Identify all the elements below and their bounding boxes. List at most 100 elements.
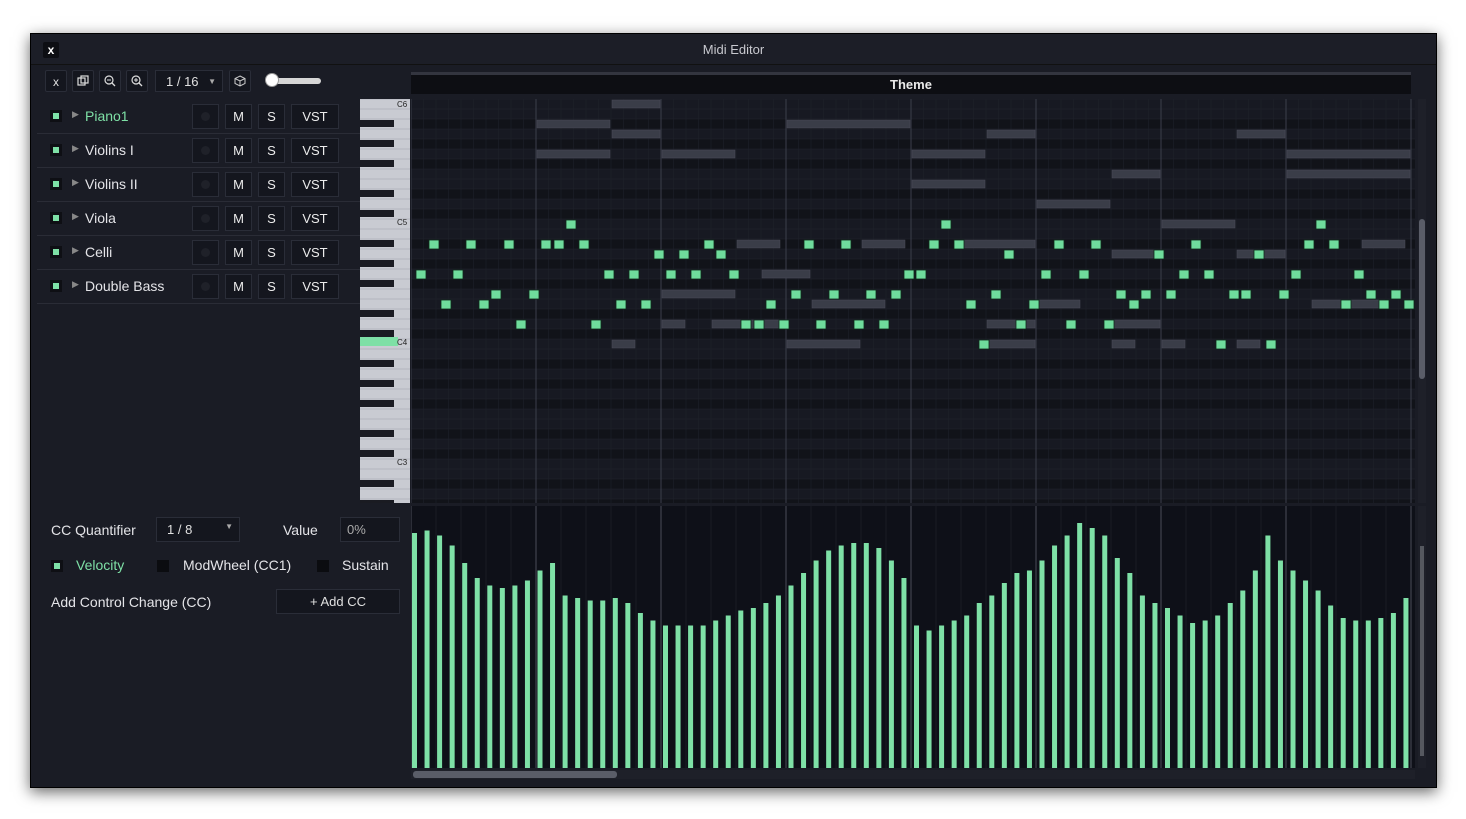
midi-note[interactable] xyxy=(815,319,827,330)
ghost-note[interactable] xyxy=(911,179,986,189)
vst-button[interactable]: VST xyxy=(291,138,339,163)
midi-note[interactable] xyxy=(428,239,440,250)
sustain-label[interactable]: Sustain xyxy=(342,557,389,573)
ghost-note[interactable] xyxy=(911,149,986,159)
solo-button[interactable]: S xyxy=(258,172,285,197)
track-name[interactable]: Piano1 xyxy=(85,108,129,124)
midi-note[interactable] xyxy=(1390,289,1402,300)
midi-note[interactable] xyxy=(903,269,915,280)
midi-note[interactable] xyxy=(1040,269,1052,280)
midi-note[interactable] xyxy=(1315,219,1327,230)
velocity-bar[interactable] xyxy=(1001,583,1007,768)
midi-note[interactable] xyxy=(865,289,877,300)
solo-button[interactable]: S xyxy=(258,138,285,163)
velocity-bar[interactable] xyxy=(863,543,869,768)
velocity-bar[interactable] xyxy=(663,625,668,769)
velocity-bar[interactable] xyxy=(1014,573,1020,768)
midi-note[interactable] xyxy=(953,239,965,250)
midi-note[interactable] xyxy=(828,289,840,300)
midi-note[interactable] xyxy=(1403,299,1415,310)
velocity-bar[interactable] xyxy=(1328,605,1334,769)
midi-note[interactable] xyxy=(540,239,552,250)
velocity-bar[interactable] xyxy=(1265,535,1271,769)
track-name[interactable]: Viola xyxy=(85,210,116,226)
vst-button[interactable]: VST xyxy=(291,172,339,197)
track-enable-checkbox[interactable] xyxy=(50,144,62,156)
horizontal-scrollbar[interactable] xyxy=(411,770,1415,779)
black-key[interactable] xyxy=(360,210,394,217)
velocity-bar[interactable] xyxy=(976,603,982,768)
velocity-bar[interactable] xyxy=(1290,570,1296,769)
midi-note[interactable] xyxy=(1203,269,1215,280)
velocity-checkbox[interactable] xyxy=(51,560,63,572)
black-key[interactable] xyxy=(360,500,394,503)
velocity-bar[interactable] xyxy=(1139,595,1145,769)
ghost-note[interactable] xyxy=(786,339,861,349)
ghost-note[interactable] xyxy=(1036,199,1111,209)
midi-note[interactable] xyxy=(740,319,752,330)
velocity-bar[interactable] xyxy=(750,608,756,768)
midi-note[interactable] xyxy=(965,299,977,310)
midi-note[interactable] xyxy=(1353,269,1365,280)
midi-note[interactable] xyxy=(1078,269,1090,280)
ghost-note[interactable] xyxy=(1036,299,1081,309)
ghost-note[interactable] xyxy=(611,129,661,139)
midi-note[interactable] xyxy=(853,319,865,330)
velocity-bar[interactable] xyxy=(625,603,631,768)
black-key[interactable] xyxy=(360,260,394,267)
black-key[interactable] xyxy=(360,240,394,247)
ghost-note[interactable] xyxy=(1161,219,1236,229)
midi-note[interactable] xyxy=(990,289,1002,300)
velocity-bar[interactable] xyxy=(713,620,719,769)
midi-note[interactable] xyxy=(490,289,502,300)
black-key[interactable] xyxy=(360,400,394,407)
velocity-bar[interactable] xyxy=(1277,560,1283,769)
velocity-bar[interactable] xyxy=(612,598,618,768)
velocity-bar[interactable] xyxy=(550,563,556,768)
velocity-bar[interactable] xyxy=(1114,558,1120,768)
mute-button[interactable]: M xyxy=(225,138,252,163)
ghost-note[interactable] xyxy=(811,299,886,309)
midi-note[interactable] xyxy=(565,219,577,230)
ghost-note[interactable] xyxy=(1111,319,1161,329)
velocity-lane[interactable] xyxy=(411,506,1415,768)
velocity-bar[interactable] xyxy=(888,560,894,769)
modwheel-checkbox[interactable] xyxy=(157,560,169,572)
velocity-bar[interactable] xyxy=(788,585,794,769)
velocity-bar[interactable] xyxy=(914,625,919,769)
midi-note[interactable] xyxy=(703,239,715,250)
ghost-note[interactable] xyxy=(536,119,611,129)
horizontal-scrollbar-thumb[interactable] xyxy=(413,771,617,778)
velocity-bar[interactable] xyxy=(1215,615,1221,769)
midi-note[interactable] xyxy=(1153,249,1165,260)
track-row[interactable]: ▶ Double Bass M S VST xyxy=(37,270,360,304)
velocity-bar[interactable] xyxy=(1202,620,1208,769)
midi-note[interactable] xyxy=(1053,239,1065,250)
velocity-bar[interactable] xyxy=(650,620,656,769)
midi-note[interactable] xyxy=(653,249,665,260)
ghost-note[interactable] xyxy=(1236,339,1261,349)
velocity-bar[interactable] xyxy=(1089,528,1095,768)
velocity-bar[interactable] xyxy=(1039,560,1045,769)
vst-button[interactable]: VST xyxy=(291,104,339,129)
ghost-note[interactable] xyxy=(986,339,1036,349)
zoom-slider-handle[interactable] xyxy=(265,73,279,87)
velocity-bar[interactable] xyxy=(801,573,807,768)
midi-note[interactable] xyxy=(678,249,690,260)
midi-note[interactable] xyxy=(665,269,677,280)
midi-note[interactable] xyxy=(1365,289,1377,300)
velocity-bar[interactable] xyxy=(951,620,957,769)
midi-note[interactable] xyxy=(640,299,652,310)
velocity-bar[interactable] xyxy=(964,615,970,769)
velocity-bar[interactable] xyxy=(487,585,493,769)
midi-note[interactable] xyxy=(890,289,902,300)
midi-note[interactable] xyxy=(1340,299,1352,310)
velocity-bar[interactable] xyxy=(763,603,769,768)
ghost-note[interactable] xyxy=(661,149,736,159)
ghost-note[interactable] xyxy=(536,149,611,159)
midi-note[interactable] xyxy=(590,319,602,330)
solo-button[interactable]: S xyxy=(258,240,285,265)
velocity-bar[interactable] xyxy=(512,585,518,769)
midi-note[interactable] xyxy=(1165,289,1177,300)
record-icon[interactable] xyxy=(192,172,219,197)
